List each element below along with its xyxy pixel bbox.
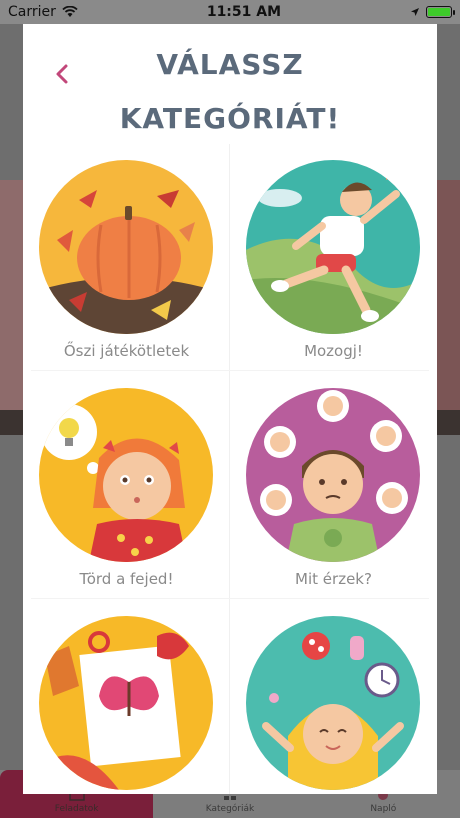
carrier-label: Carrier: [8, 4, 56, 20]
category-label: Őszi játékötletek: [63, 342, 190, 360]
feelings-boy-illustration: [246, 388, 420, 562]
category-crafts[interactable]: [23, 600, 230, 794]
crafts-illustration: [39, 616, 213, 790]
background-bar-right: [436, 410, 460, 435]
status-bar: Carrier 11:51 AM: [0, 0, 460, 24]
battery-icon: [425, 6, 455, 18]
wifi-icon: [62, 6, 78, 17]
background-card-left: [0, 180, 24, 410]
category-move[interactable]: Mozogj!: [230, 144, 437, 372]
title-line-2: KATEGÓRIÁT!: [119, 102, 341, 135]
background-card-right: [436, 180, 460, 410]
category-label: Mozogj!: [304, 342, 363, 360]
clock: 11:51 AM: [206, 4, 282, 20]
tab-label: Feladatok: [54, 804, 99, 814]
category-autumn[interactable]: Őszi játékötletek: [23, 144, 230, 372]
calm-girl-illustration: [246, 616, 420, 790]
title-line-1: VÁLASSZ: [156, 48, 304, 81]
category-feelings[interactable]: Mit érzek?: [230, 372, 437, 600]
modal-title: VÁLASSZ KATEGÓRIÁT!: [23, 38, 437, 146]
background-bar-left: [0, 410, 24, 435]
autumn-illustration: [39, 160, 213, 334]
category-label: Mit érzek?: [295, 570, 372, 588]
running-boy-illustration: [246, 160, 420, 334]
category-think[interactable]: Törd a fejed!: [23, 372, 230, 600]
category-label: Törd a fejed!: [79, 570, 174, 588]
tab-label: Kategóriák: [205, 804, 255, 814]
category-picker-modal: VÁLASSZ KATEGÓRIÁT! Őszi játékötletek Mo…: [23, 24, 437, 794]
tab-label: Napló: [370, 804, 397, 814]
location-icon: [410, 8, 419, 16]
thinking-girl-illustration: [39, 388, 213, 562]
category-calm[interactable]: [230, 600, 437, 794]
